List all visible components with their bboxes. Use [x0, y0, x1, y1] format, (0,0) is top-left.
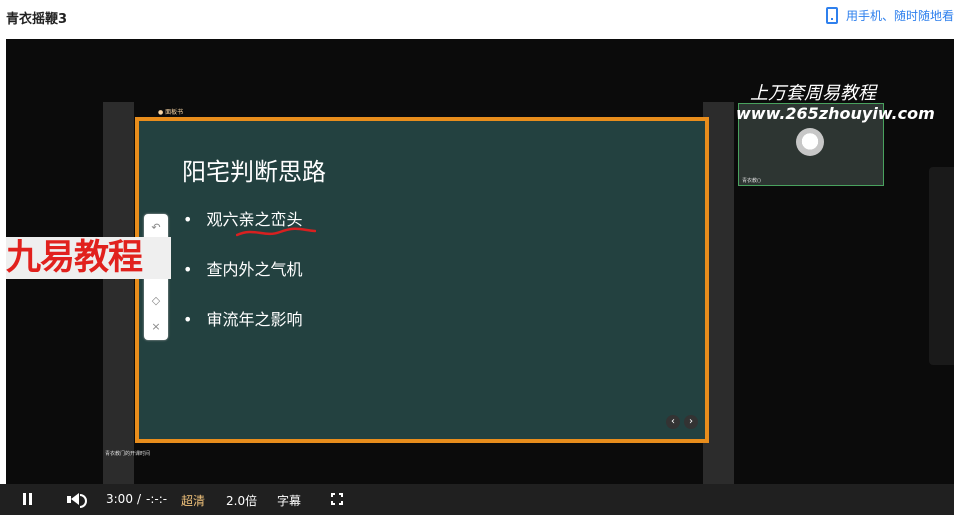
left-side-bar [103, 102, 134, 484]
page-header: 青衣摇鞭3 用手机、随时随地看 [0, 0, 954, 36]
current-time: 3:00 [106, 492, 133, 506]
speed-button[interactable]: 2.0倍 [226, 492, 257, 509]
slide-bullet: 查内外之气机 [183, 256, 302, 280]
slide-bullet: 审流年之影响 [183, 306, 302, 330]
subtitle-button[interactable]: 字幕 [277, 492, 301, 509]
video-title: 青衣摇鞭3 [6, 12, 68, 27]
time-separator: / [137, 492, 142, 506]
slide-top-tag: ● 面板书 [158, 109, 184, 116]
mobile-watch-text: 用手机、随时随地看 [846, 9, 954, 23]
fullscreen-icon[interactable] [329, 491, 345, 507]
presentation-slide: 阳宅判断思路 观六亲之峦头 查内外之气机 审流年之影响 [135, 117, 709, 443]
player-controls: 3:00 / -:-:- 超清 2.0倍 字幕 [0, 484, 954, 515]
camera-avatar [796, 128, 824, 156]
bottom-small-caption: 青衣教门的开课时间 [105, 451, 151, 457]
right-watermark-url: www.265zhouyiw.com [736, 104, 935, 123]
phone-icon [826, 7, 838, 24]
left-watermark: 九易教程 [6, 237, 171, 279]
quality-button[interactable]: 超清 [181, 492, 205, 509]
right-edge-panel [929, 167, 954, 365]
undo-icon[interactable]: ↶ [149, 221, 163, 235]
slide-title: 阳宅判断思路 [182, 158, 326, 186]
close-icon[interactable]: × [149, 320, 163, 334]
pause-icon[interactable] [23, 493, 33, 505]
camera-label: 青衣教() [742, 178, 761, 184]
video-player[interactable]: ● 面板书 阳宅判断思路 观六亲之峦头 查内外之气机 审流年之影响 ↶ ▲ ◇ … [6, 39, 954, 484]
right-watermark-title: 上万套周易教程 [750, 83, 876, 104]
red-underline-annotation [236, 227, 316, 237]
total-time: -:-:- [146, 492, 168, 506]
slide-prev-button[interactable]: ‹ [666, 415, 680, 429]
volume-icon[interactable] [67, 493, 87, 508]
mobile-watch-link[interactable]: 用手机、随时随地看 [826, 7, 954, 24]
eraser-icon[interactable]: ◇ [149, 294, 163, 308]
slide-next-button[interactable]: › [684, 415, 698, 429]
